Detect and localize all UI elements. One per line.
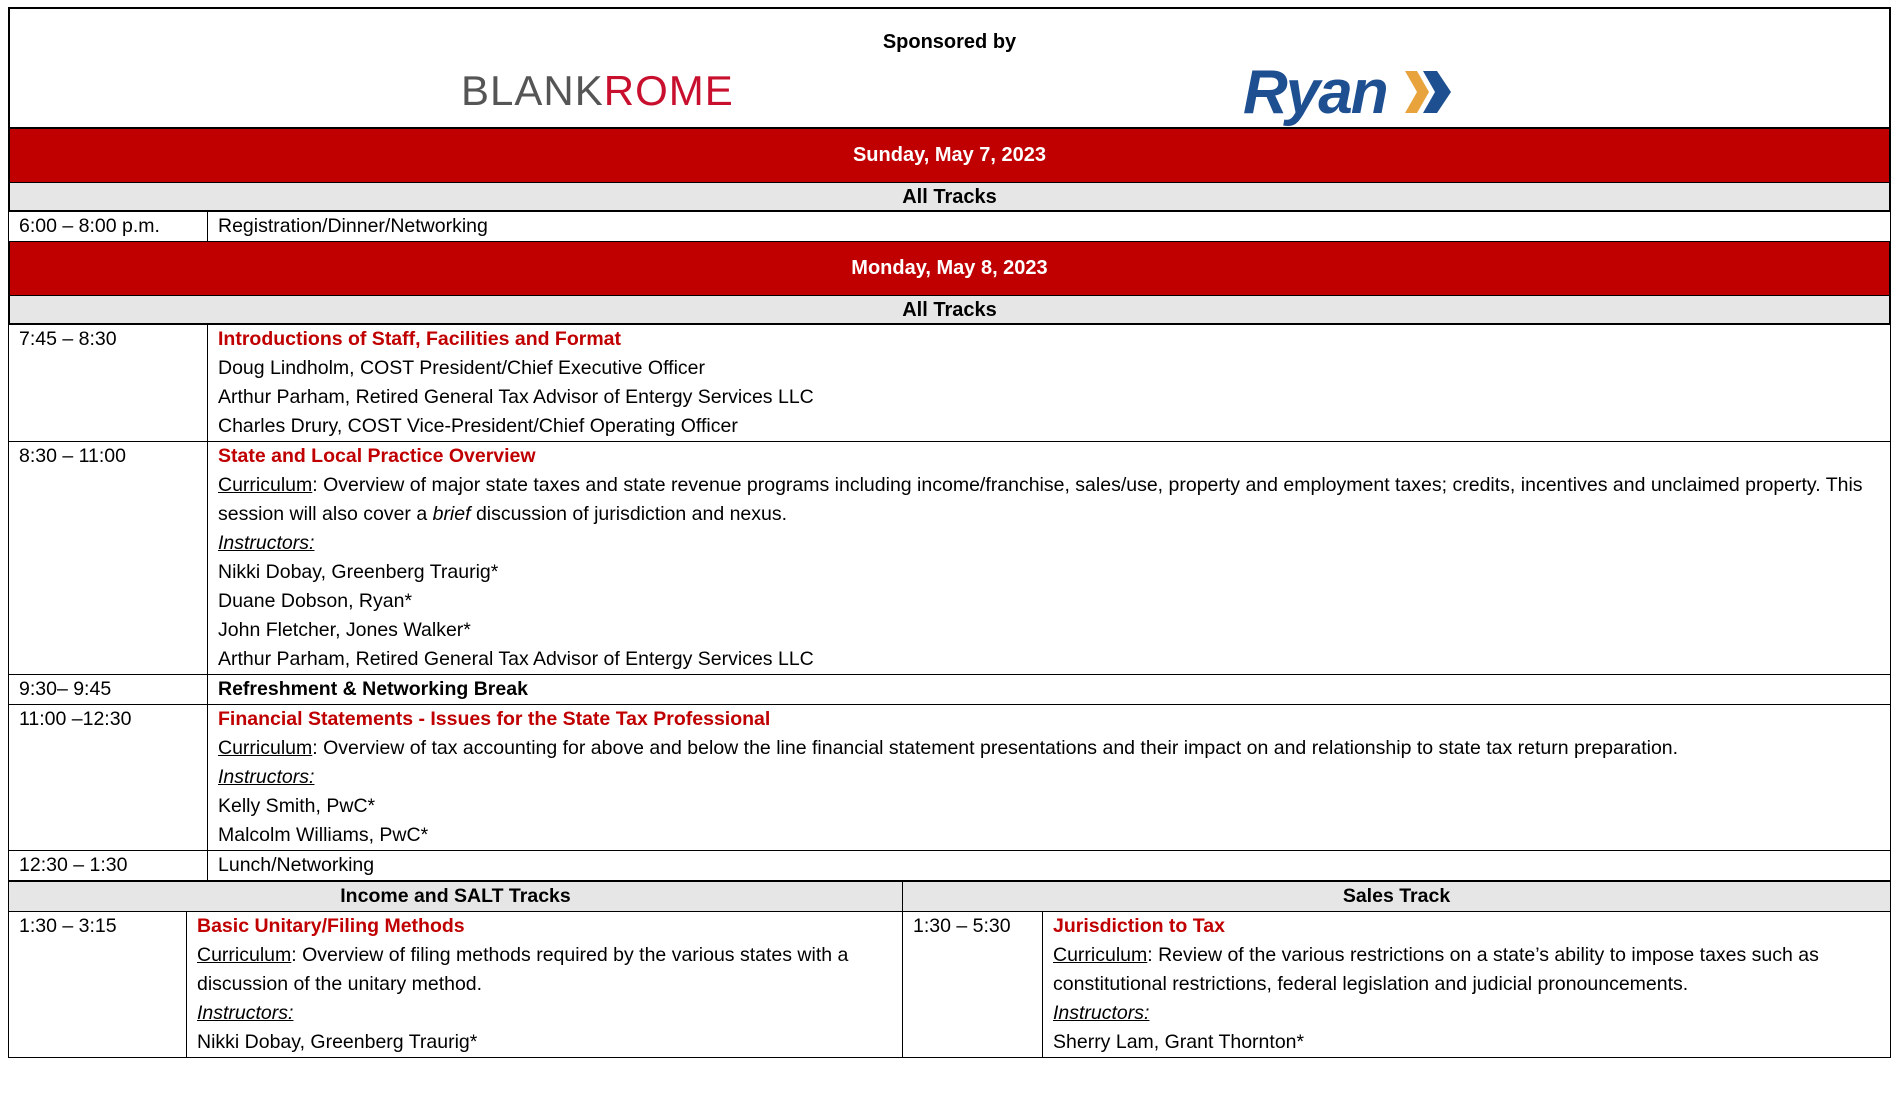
instructors-label: Instructors: — [197, 1002, 294, 1024]
table-row: 12:30 – 1:30 Lunch/Networking — [8, 850, 1891, 881]
presenter: Arthur Parham, Retired General Tax Advis… — [218, 386, 814, 408]
curriculum-part: : Review of the various restrictions on … — [1053, 944, 1819, 995]
monday-date-bar: Monday, May 8, 2023 — [8, 242, 1891, 295]
sunday-schedule: 6:00 – 8:00 p.m. Registration/Dinner/Net… — [8, 211, 1891, 242]
session-text: Registration/Dinner/Networking — [207, 211, 1891, 242]
presenter: Doug Lindholm, COST President/Chief Exec… — [218, 357, 706, 379]
session-title: Jurisdiction to Tax — [1053, 915, 1225, 937]
table-row: 6:00 – 8:00 p.m. Registration/Dinner/Net… — [8, 211, 1891, 242]
track-split-schedule: Income and SALT Tracks Sales Track 1:30 … — [8, 881, 1891, 1058]
curriculum-label: Curriculum — [1053, 944, 1148, 966]
table-row: 7:45 – 8:30 Introductions of Staff, Faci… — [8, 324, 1891, 442]
session-time: 7:45 – 8:30 — [8, 324, 208, 442]
instructor: Nikki Dobay, Greenberg Traurig* — [218, 561, 499, 583]
curriculum-part: : Overview of tax accounting for above a… — [312, 737, 1679, 759]
track-header-row: Income and SALT Tracks Sales Track — [8, 881, 1891, 912]
curriculum-text: Curriculum: Overview of major state taxe… — [218, 471, 1880, 529]
table-row: 1:30 – 3:15 Basic Unitary/Filing Methods… — [8, 911, 1891, 1058]
table-row: 9:30– 9:45 Refreshment & Networking Brea… — [8, 674, 1891, 705]
session-title: State and Local Practice Overview — [218, 445, 536, 467]
curriculum-part: : Overview of filing methods required by… — [197, 944, 849, 995]
session-details: Introductions of Staff, Facilities and F… — [207, 324, 1891, 442]
sponsor-banner: Sponsored by BLANKROME Ryan — [8, 7, 1891, 129]
instructors-label: Instructors: — [1053, 1002, 1150, 1024]
blank-rome-logo: BLANKROME — [461, 67, 734, 115]
instructor: Sherry Lam, Grant Thornton* — [1053, 1031, 1305, 1053]
ryan-chevron-icon — [1405, 71, 1451, 113]
session-details: State and Local Practice Overview Curric… — [207, 441, 1891, 675]
instructors-label: Instructors: — [218, 532, 315, 554]
curriculum-text: Curriculum: Review of the various restri… — [1053, 941, 1880, 999]
rome-text: ROME — [603, 67, 734, 114]
curriculum-label: Curriculum — [218, 737, 313, 759]
agenda-sheet: Sponsored by BLANKROME Ryan Sunday, May … — [8, 7, 1891, 1058]
session-details: Basic Unitary/Filing Methods Curriculum:… — [186, 911, 903, 1058]
session-details: Jurisdiction to Tax Curriculum: Review o… — [1042, 911, 1891, 1058]
session-title: Financial Statements - Issues for the St… — [218, 708, 771, 730]
curriculum-text: Curriculum: Overview of filing methods r… — [197, 941, 892, 999]
blank-text: BLANK — [461, 67, 604, 114]
instructor: Arthur Parham, Retired General Tax Advis… — [218, 648, 814, 670]
sunday-date-bar: Sunday, May 7, 2023 — [8, 129, 1891, 182]
session-title: Basic Unitary/Filing Methods — [197, 915, 465, 937]
instructor: Kelly Smith, PwC* — [218, 795, 376, 817]
instructor: Malcolm Williams, PwC* — [218, 824, 429, 846]
instructor: Duane Dobson, Ryan* — [218, 590, 413, 612]
curriculum-emphasis: brief — [432, 503, 471, 525]
curriculum-label: Curriculum — [197, 944, 292, 966]
instructor: Nikki Dobay, Greenberg Traurig* — [197, 1031, 478, 1053]
instructor: John Fletcher, Jones Walker* — [218, 619, 471, 641]
sunday-track-bar: All Tracks — [8, 182, 1891, 211]
session-time: 6:00 – 8:00 p.m. — [8, 211, 208, 242]
curriculum-text: Curriculum: Overview of tax accounting f… — [218, 734, 1880, 763]
session-time: 8:30 – 11:00 — [8, 441, 208, 675]
presenter: Charles Drury, COST Vice-President/Chief… — [218, 415, 738, 437]
session-time: 1:30 – 5:30 — [902, 911, 1043, 1058]
session-time: 11:00 –12:30 — [8, 704, 208, 851]
monday-track-bar: All Tracks — [8, 295, 1891, 324]
income-salt-track-header: Income and SALT Tracks — [8, 881, 903, 912]
curriculum-part: discussion of jurisdiction and nexus. — [470, 503, 788, 525]
sales-track-header: Sales Track — [902, 881, 1891, 912]
monday-schedule: 7:45 – 8:30 Introductions of Staff, Faci… — [8, 324, 1891, 881]
sponsored-by-label: Sponsored by — [882, 31, 1017, 53]
ryan-logo-text: Ryan — [1243, 58, 1389, 127]
ryan-logo: Ryan — [1243, 57, 1453, 127]
table-row: 11:00 –12:30 Financial Statements - Issu… — [8, 704, 1891, 851]
session-details: Financial Statements - Issues for the St… — [207, 704, 1891, 851]
session-text: Refreshment & Networking Break — [207, 674, 1891, 705]
session-time: 9:30– 9:45 — [8, 674, 208, 705]
table-row: 8:30 – 11:00 State and Local Practice Ov… — [8, 441, 1891, 675]
session-text: Lunch/Networking — [207, 850, 1891, 881]
instructors-label: Instructors: — [218, 766, 315, 788]
curriculum-label: Curriculum — [218, 474, 313, 496]
session-time: 1:30 – 3:15 — [8, 911, 187, 1058]
session-title: Introductions of Staff, Facilities and F… — [218, 328, 622, 350]
session-time: 12:30 – 1:30 — [8, 850, 208, 881]
